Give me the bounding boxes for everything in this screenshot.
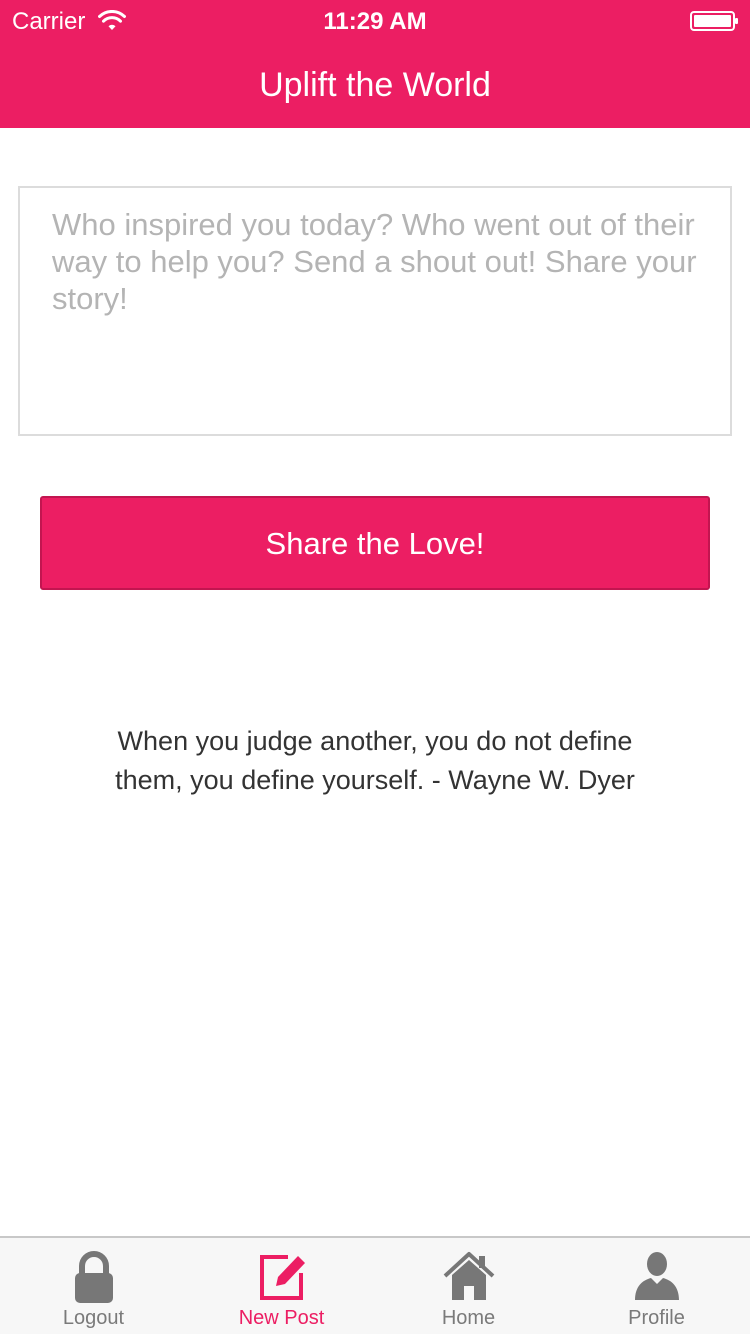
tab-bar: Logout New Post Home Profile bbox=[0, 1236, 750, 1334]
tab-home-label: Home bbox=[441, 1307, 496, 1329]
status-time: 11:29 AM bbox=[323, 8, 427, 35]
share-the-love-button[interactable]: Share the Love! bbox=[40, 496, 710, 590]
tab-profile[interactable]: Profile bbox=[563, 1238, 750, 1334]
tab-new-post[interactable]: New Post bbox=[188, 1238, 375, 1334]
person-icon bbox=[634, 1252, 679, 1300]
header-bar: Carrier 11:29 AM Uplift the World bbox=[0, 0, 750, 128]
post-story-input[interactable] bbox=[18, 186, 732, 436]
tab-logout-label: Logout bbox=[62, 1307, 125, 1329]
tab-profile-label: Profile bbox=[628, 1307, 685, 1329]
inspirational-quote: When you judge another, you do not defin… bbox=[115, 726, 635, 795]
battery-icon bbox=[690, 11, 738, 31]
lock-icon bbox=[74, 1251, 113, 1303]
tab-home[interactable]: Home bbox=[375, 1238, 562, 1334]
home-icon bbox=[443, 1252, 494, 1300]
page-title: Uplift the World bbox=[259, 66, 491, 104]
tab-new-post-label: New Post bbox=[238, 1307, 325, 1329]
status-bar: Carrier 11:29 AM bbox=[0, 0, 750, 40]
app-screen: Carrier 11:29 AM Uplift the World Share … bbox=[0, 0, 750, 1334]
tab-logout[interactable]: Logout bbox=[0, 1238, 187, 1334]
compose-icon bbox=[259, 1255, 305, 1300]
